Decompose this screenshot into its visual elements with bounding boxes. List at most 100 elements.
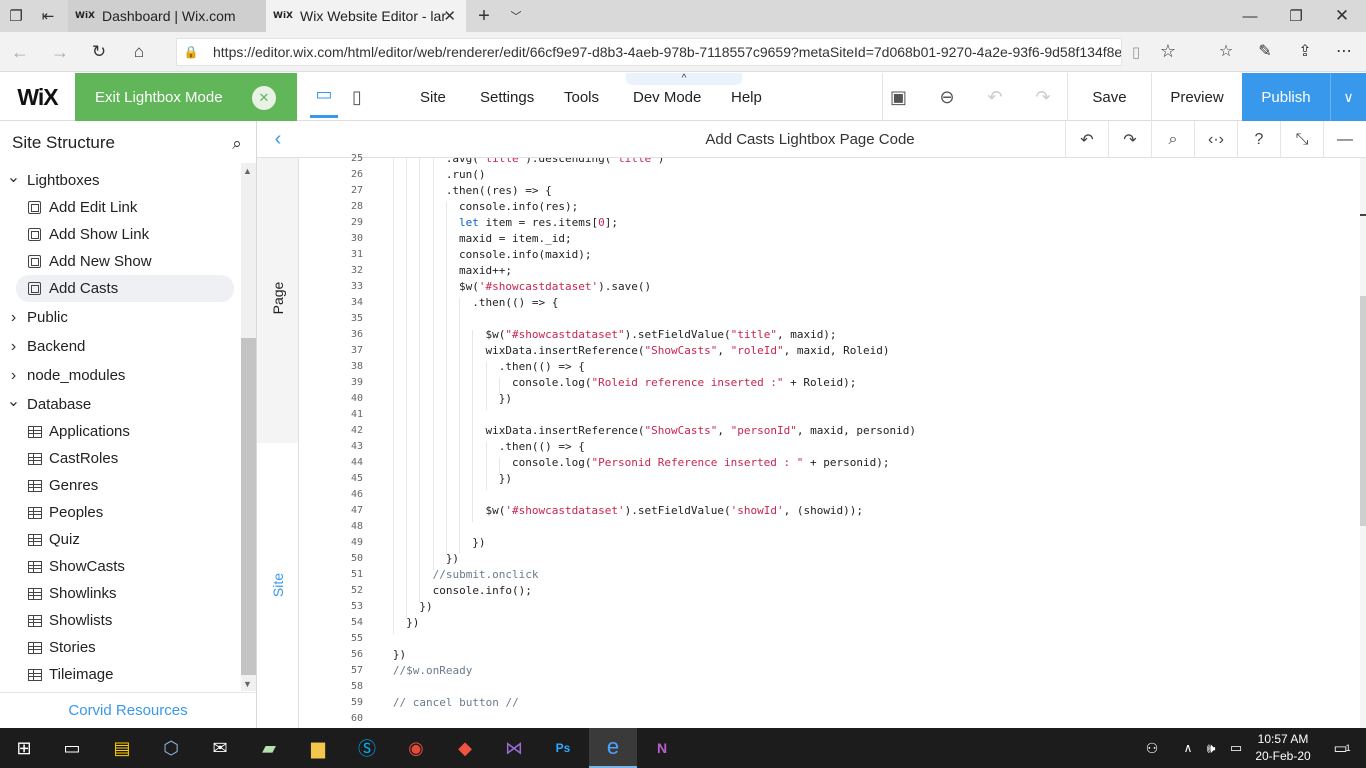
- chevron-down-icon[interactable]: ⌄: [0, 167, 27, 187]
- code-line[interactable]: .run(): [446, 168, 486, 181]
- chrome-icon[interactable]: ◉: [392, 728, 440, 768]
- close-icon[interactable]: ✕: [252, 86, 276, 110]
- notepad-icon[interactable]: ▰: [245, 728, 293, 768]
- collapse-panel-icon[interactable]: ‹: [267, 128, 289, 150]
- code-line[interactable]: console.log("Personid Reference inserted…: [512, 456, 890, 469]
- home-icon[interactable]: ⌂: [129, 42, 149, 62]
- menu-dev-mode[interactable]: Dev Mode: [633, 73, 701, 121]
- zoom-out-icon[interactable]: ⊖: [930, 73, 964, 121]
- publish-button[interactable]: Publish: [1242, 73, 1330, 121]
- sidebar-scrollbar-thumb[interactable]: [241, 338, 256, 675]
- code-line[interactable]: $w("#showcastdataset").setFieldValue("ti…: [486, 328, 837, 341]
- chevron-down-icon[interactable]: ∨: [1330, 73, 1366, 121]
- task-view-icon[interactable]: ▭: [48, 728, 96, 768]
- code-editor[interactable]: .avg('title').descending('title') .run().…: [363, 158, 1363, 728]
- new-tab-icon[interactable]: +: [474, 5, 494, 27]
- lock-icon[interactable]: 🔒: [182, 43, 200, 61]
- code-line[interactable]: }): [499, 472, 512, 485]
- undo-icon[interactable]: ↶: [1065, 121, 1108, 158]
- chevron-down-icon[interactable]: ﹀: [506, 6, 526, 26]
- chevron-right-icon[interactable]: ›: [0, 367, 27, 385]
- tab-site[interactable]: Site: [257, 443, 299, 728]
- code-line[interactable]: let item = res.items[0];: [459, 216, 618, 229]
- code-line[interactable]: console.log("Roleid reference inserted :…: [512, 376, 856, 389]
- sidebar-item[interactable]: CastRoles: [28, 445, 118, 472]
- code-properties-icon[interactable]: ‹·›: [1194, 121, 1237, 158]
- tab-actions-icon[interactable]: ❐: [6, 6, 26, 26]
- code-line[interactable]: .then(() => {: [499, 360, 585, 373]
- close-panel-icon[interactable]: —: [1323, 121, 1366, 158]
- onenote-icon[interactable]: N: [638, 728, 686, 768]
- tab-page[interactable]: Page: [257, 158, 299, 443]
- code-line[interactable]: }): [472, 536, 485, 549]
- scroll-up-icon[interactable]: ▲: [243, 166, 252, 176]
- reading-view-icon[interactable]: ▯: [1126, 42, 1146, 62]
- sidebar-item[interactable]: Applications: [28, 418, 130, 445]
- url-input[interactable]: https://editor.wix.com/html/editor/web/r…: [176, 38, 1122, 66]
- pen-notes-icon[interactable]: ✎: [1255, 41, 1275, 61]
- sidebar-item[interactable]: Showlinks: [28, 580, 117, 607]
- code-line[interactable]: .then(() => {: [499, 440, 585, 453]
- code-line[interactable]: maxid = item._id;: [459, 232, 572, 245]
- favorite-star-icon[interactable]: ☆: [1158, 41, 1178, 61]
- code-line[interactable]: }): [446, 552, 459, 565]
- code-line[interactable]: console.info(maxid);: [459, 248, 591, 261]
- menu-settings[interactable]: Settings: [480, 73, 534, 121]
- redo-icon[interactable]: ↷: [1026, 73, 1060, 121]
- wix-logo[interactable]: WiX: [0, 73, 75, 121]
- chevron-down-icon[interactable]: ⌄: [0, 391, 27, 411]
- virtualbox-icon[interactable]: ⬡: [147, 728, 195, 768]
- save-button[interactable]: Save: [1067, 73, 1151, 121]
- code-line[interactable]: }): [406, 616, 419, 629]
- menu-tools[interactable]: Tools: [564, 73, 599, 121]
- sidebar-item[interactable]: Add New Show: [28, 248, 152, 275]
- share-icon[interactable]: ⇪: [1295, 41, 1315, 61]
- back-arrow-icon[interactable]: ←: [10, 42, 30, 62]
- code-line[interactable]: //$w.onReady: [393, 664, 472, 677]
- sidebar-item[interactable]: Tileimage: [28, 661, 113, 688]
- redo-icon[interactable]: ↷: [1108, 121, 1151, 158]
- corvid-resources-link[interactable]: Corvid Resources: [0, 692, 256, 728]
- mobile-view-icon[interactable]: ▯: [345, 73, 369, 121]
- desktop-view-icon[interactable]: ▭: [310, 73, 338, 118]
- volume-icon[interactable]: 🕪: [1198, 728, 1224, 768]
- code-line[interactable]: console.info(res);: [459, 200, 578, 213]
- sidebar-item[interactable]: Add Show Link: [28, 221, 149, 248]
- sidebar-item[interactable]: › Public: [0, 304, 68, 331]
- scroll-down-icon[interactable]: ▼: [243, 679, 252, 689]
- chevron-right-icon[interactable]: ›: [0, 338, 27, 356]
- sidebar-item[interactable]: ⌄ Database: [0, 391, 91, 418]
- code-line[interactable]: //submit.onclick: [433, 568, 539, 581]
- preview-button[interactable]: Preview: [1151, 73, 1242, 121]
- window-close-icon[interactable]: ✕: [1332, 6, 1352, 26]
- sidebar-item[interactable]: Peoples: [28, 499, 103, 526]
- forward-arrow-icon[interactable]: →: [50, 42, 70, 62]
- sidebar-item[interactable]: › Backend: [0, 333, 86, 360]
- windows-start-icon[interactable]: ⊞: [0, 728, 48, 768]
- sidebar-item[interactable]: ⌄ Lightboxes: [0, 167, 100, 194]
- photoshop-icon[interactable]: Ps: [539, 728, 587, 768]
- search-icon[interactable]: ⌕: [227, 134, 247, 154]
- people-icon[interactable]: ⚇: [1128, 728, 1176, 768]
- code-line[interactable]: .then(() => {: [472, 296, 558, 309]
- tab-back-aside-icon[interactable]: ⇤: [38, 6, 58, 26]
- sidebar-item[interactable]: › node_modules: [0, 362, 126, 389]
- briefcase-icon[interactable]: ▣: [882, 73, 914, 121]
- code-line[interactable]: // cancel button //: [393, 696, 519, 709]
- skype-icon[interactable]: Ⓢ: [343, 728, 391, 768]
- chevron-right-icon[interactable]: ›: [0, 309, 27, 327]
- sidebar-item[interactable]: Add Casts: [16, 275, 234, 302]
- anydesk-icon[interactable]: ◆: [441, 728, 489, 768]
- code-line[interactable]: }): [393, 648, 406, 661]
- code-line[interactable]: .avg('title').descending('title'): [446, 158, 665, 165]
- edge-icon[interactable]: e: [589, 728, 637, 768]
- minimize-panel-icon[interactable]: ⤡: [1280, 121, 1323, 158]
- tab-wix-editor[interactable]: WiX Wix Website Editor - lar ✕: [266, 0, 466, 32]
- code-scrollbar-thumb[interactable]: [1360, 296, 1366, 526]
- code-line[interactable]: wixData.insertReference("ShowCasts", "ro…: [486, 344, 890, 357]
- code-line[interactable]: $w('#showcastdataset').save(): [459, 280, 651, 293]
- sidebar-item[interactable]: Showlists: [28, 607, 112, 634]
- code-line[interactable]: console.info();: [433, 584, 532, 597]
- code-line[interactable]: $w('#showcastdataset').setFieldValue('sh…: [486, 504, 864, 517]
- visual-studio-icon[interactable]: ⋈: [490, 728, 538, 768]
